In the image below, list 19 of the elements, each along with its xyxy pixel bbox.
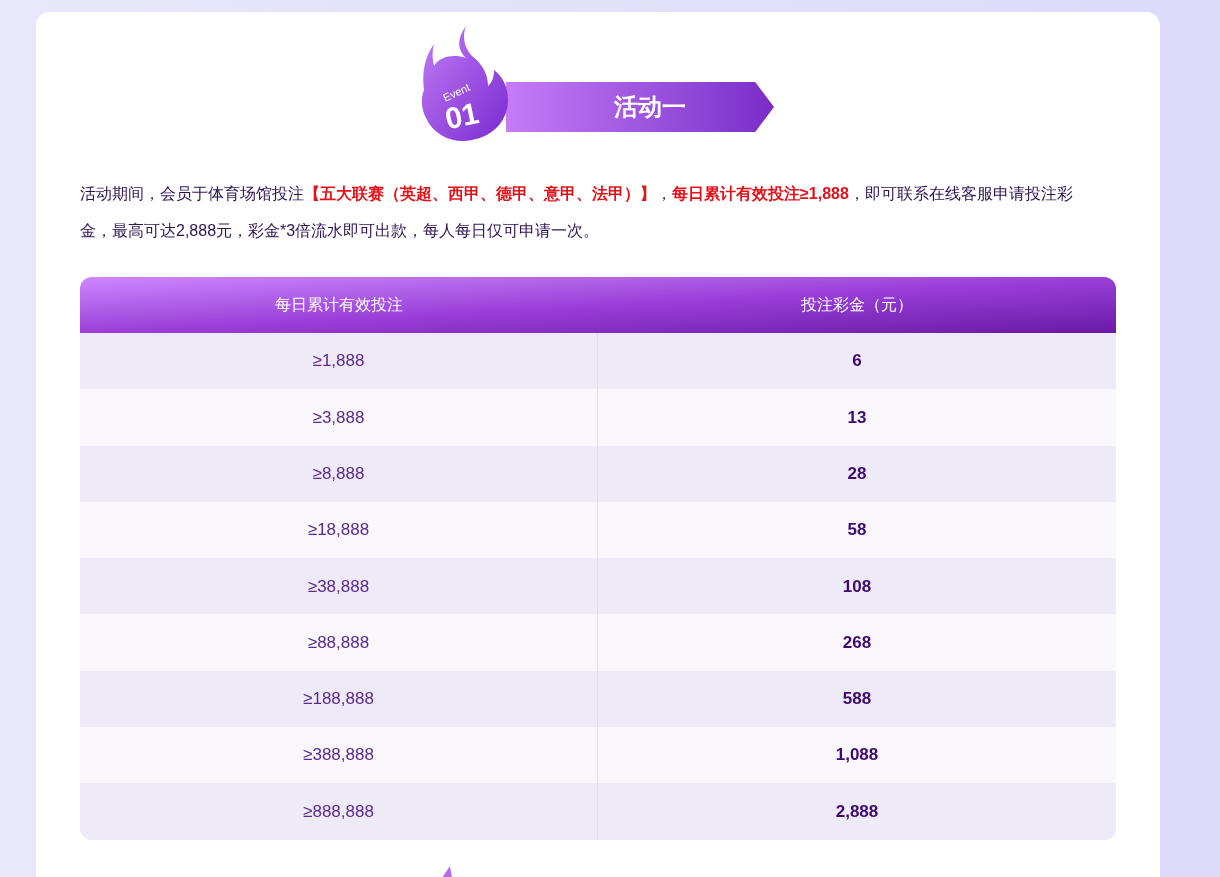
table-cell-text: 1,088 [834,744,880,767]
table-cell: ≥8,888 [80,445,598,502]
table-cell-text: 108 [841,575,873,598]
table-cell-text: 6 [851,350,863,373]
table-cell-text: 268 [841,631,873,654]
table-cell: ≥88,888 [80,614,598,671]
event-description: 活动期间，会员于体育场馆投注【五大联赛（英超、西甲、德甲、意甲、法甲）】，每日累计有效投注≥1,888，即可联系在线客服申请投注彩金，最高可达2,888元，彩金*3倍流水即可出款，每人每日仅可申请一次。 [80,184,1074,241]
table-cell-text: 28 [846,463,868,485]
flame-badge: Event 01 [420,26,510,144]
table-cell-text: 588 [841,688,873,711]
table-cell-text: 13 [846,406,868,429]
table-cell-text: 58 [846,519,868,542]
title-ribbon: 活动一 [506,82,774,132]
flame-tip-drawing [442,866,452,877]
table-cell: ≥3,888 [80,389,598,446]
table-cell-text: 2,888 [834,800,880,823]
column-header: 投注彩金（元） [801,295,913,315]
table-cell: ≥888,888 [80,783,598,840]
column-header: 每日累计有效投注 [275,295,403,315]
